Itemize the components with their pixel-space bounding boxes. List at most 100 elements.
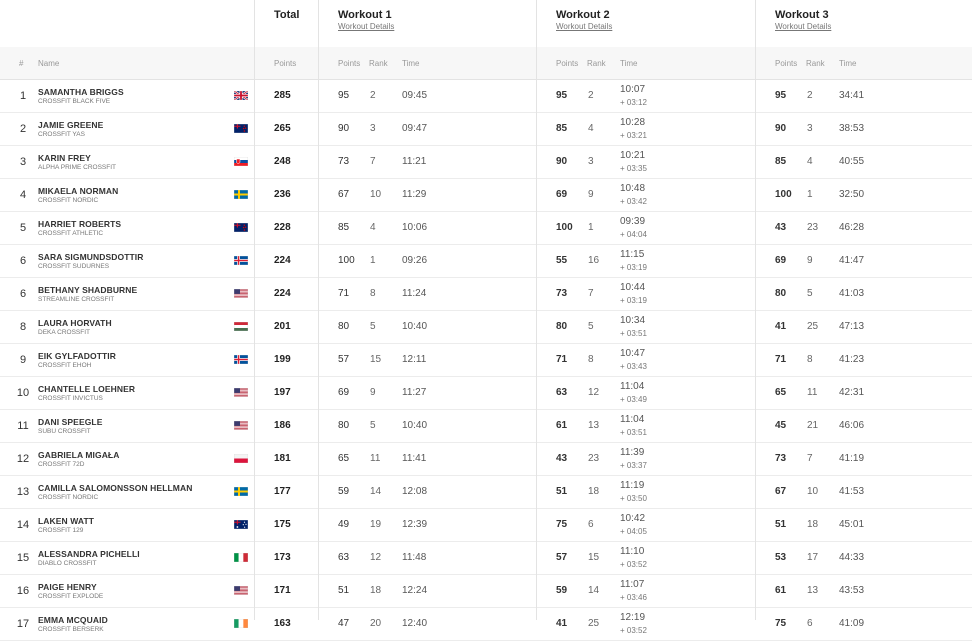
workout-2-rank: 8 [588, 354, 594, 365]
workout-1-time: 12:24 [402, 585, 428, 596]
athlete-name[interactable]: LAURA HORVATH [38, 318, 112, 328]
total-title: Total [274, 9, 300, 21]
workout-1-points: 100 [338, 255, 355, 266]
affiliate-name: CROSSFIT EHOH [38, 362, 92, 369]
workout-3-rank: 10 [807, 486, 819, 497]
athlete-name[interactable]: CHANTELLE LOEHNER [38, 384, 135, 394]
workout-1-rank: 19 [370, 519, 382, 530]
leaderboard: Total Workout 1 Workout Details Workout … [0, 0, 972, 641]
athlete-name[interactable]: BETHANY SHADBURNE [38, 285, 137, 295]
workout-2-time-delta: + 03:46 [620, 593, 647, 602]
divider-workout-3 [755, 0, 756, 620]
table-row[interactable]: 15 ALESSANDRA PICHELLI DIABLO CROSSFIT 173 6… [0, 542, 972, 575]
table-row[interactable]: 6 BETHANY SHADBURNE STREAMLINE CROSSFIT 224… [0, 278, 972, 311]
workout-3-time: 44:33 [839, 552, 865, 563]
table-row[interactable]: 17 EMMA MCQUAID CROSSFIT BERSERK 163 47 20 12:… [0, 608, 972, 641]
affiliate-name: DEKA CROSSFIT [38, 329, 91, 336]
divider-total [254, 0, 255, 620]
workout-2-time-delta: + 03:50 [620, 494, 647, 503]
total-points: 173 [274, 552, 291, 563]
athlete-name[interactable]: PAIGE HENRY [38, 582, 97, 592]
row-rank: 11 [17, 420, 29, 432]
workout-1-time: 09:47 [402, 123, 428, 134]
divider-workout-1 [318, 0, 319, 620]
workout-2-time: 10:48 [620, 183, 646, 194]
workout-2-points: 73 [556, 288, 568, 299]
workout-2-rank: 5 [588, 321, 594, 332]
workout-2-points: 61 [556, 420, 568, 431]
affiliate-name: ALPHA PRIME CROSSFIT [38, 164, 117, 171]
workout-2-rank: 3 [588, 156, 594, 167]
athlete-name[interactable]: SAMANTHA BRIGGS [38, 87, 124, 97]
athlete-name[interactable]: GABRIELA MIGAŁA [38, 450, 119, 460]
athlete-name[interactable]: SARA SIGMUNDSDOTTIR [38, 252, 143, 262]
workout-3-time: 41:47 [839, 255, 865, 266]
workout-3-details-link[interactable]: Workout Details [775, 22, 831, 31]
athlete-name[interactable]: JAMIE GREENE [38, 120, 103, 130]
workout-2-points: 69 [556, 189, 568, 200]
table-row[interactable]: 16 PAIGE HENRY CROSSFIT EXPLODE 171 51 18 12:2… [0, 575, 972, 608]
workout-1-details-link[interactable]: Workout Details [338, 22, 394, 31]
table-row[interactable]: 12 GABRIELA MIGAŁA CROSSFIT 72D 181 65 11 11:4… [0, 443, 972, 476]
workout-3-points: 71 [775, 354, 787, 365]
affiliate-name: CROSSFIT BLACK FIVE [38, 98, 111, 105]
workout-2-time-delta: + 03:52 [620, 560, 647, 569]
workout-3-title: Workout 3 [775, 9, 829, 21]
athlete-name[interactable]: CAMILLA SALOMONSSON HELLMAN [38, 483, 192, 493]
flag-icon-nz [234, 223, 248, 232]
workout-2-time-delta: + 03:12 [620, 98, 647, 107]
table-row[interactable]: 10 CHANTELLE LOEHNER CROSSFIT INVICTUS 197 6… [0, 377, 972, 410]
workout-3-points: 95 [775, 90, 787, 101]
table-row[interactable]: 2 JAMIE GREENE CROSSFIT YAS 265 90 3 09:47 85 4 1… [0, 113, 972, 146]
athlete-name[interactable]: KARIN FREY [38, 153, 91, 163]
workout-2-points: 57 [556, 552, 568, 563]
table-row[interactable]: 8 LAURA HORVATH DEKA CROSSFIT 201 80 5 10:40 80… [0, 311, 972, 344]
athlete-name[interactable]: HARRIET ROBERTS [38, 219, 121, 229]
table-row[interactable]: 6 SARA SIGMUNDSDOTTIR CROSSFIT SUDURNES 224… [0, 245, 972, 278]
workout-3-rank: 2 [807, 90, 813, 101]
flag-icon-it [234, 553, 248, 562]
workout-2-time: 11:04 [620, 381, 645, 392]
workout-1-time: 12:08 [402, 486, 428, 497]
affiliate-name: CROSSFIT BERSERK [38, 626, 104, 633]
workout-2-details-link[interactable]: Workout Details [556, 22, 612, 31]
workout-1-rank: 18 [370, 585, 382, 596]
flag-icon-us [234, 586, 248, 595]
athlete-name[interactable]: DANI SPEEGLE [38, 417, 103, 427]
athlete-name[interactable]: LAKEN WATT [38, 516, 94, 526]
workout-2-time-delta: + 03:42 [620, 197, 647, 206]
workout-2-time-delta: + 03:19 [620, 263, 647, 272]
workout-3-rank: 13 [807, 585, 819, 596]
affiliate-name: CROSSFIT EXPLODE [38, 593, 104, 600]
table-row[interactable]: 13 CAMILLA SALOMONSSON HELLMAN CROSSFIT NO… [0, 476, 972, 509]
workout-3-points: 67 [775, 486, 787, 497]
table-row[interactable]: 14 LAKEN WATT CROSSFIT 129 175 49 19 12:39 75 6 1… [0, 509, 972, 542]
athlete-name[interactable]: ALESSANDRA PICHELLI [38, 549, 140, 559]
affiliate-name: CROSSFIT 129 [38, 527, 84, 534]
workout-1-points: 63 [338, 552, 350, 563]
table-row[interactable]: 11 DANI SPEEGLE SUBU CROSSFIT 186 80 5 10:40 61… [0, 410, 972, 443]
flag-icon-se [234, 190, 248, 199]
total-points: 186 [274, 420, 291, 431]
row-rank: 3 [19, 156, 27, 168]
athlete-name[interactable]: EMMA MCQUAID [38, 615, 108, 625]
table-row[interactable]: 1 SAMANTHA BRIGGS CROSSFIT BLACK FIVE 285 95… [0, 80, 972, 113]
workout-3-points: 100 [775, 189, 792, 200]
affiliate-name: STREAMLINE CROSSFIT [38, 296, 115, 303]
workout-1-rank: 8 [370, 288, 376, 299]
table-row[interactable]: 9 EIK GYLFADOTTIR CROSSFIT EHOH 199 57 15 12:1… [0, 344, 972, 377]
athlete-name[interactable]: MIKAELA NORMAN [38, 186, 118, 196]
workout-2-time-delta: + 03:43 [620, 362, 647, 371]
table-row[interactable]: 5 HARRIET ROBERTS CROSSFIT ATHLETIC 228 85 4 1… [0, 212, 972, 245]
workout-3-points: 80 [775, 288, 787, 299]
table-row[interactable]: 4 MIKAELA NORMAN CROSSFIT NORDIC 236 67 10 11:… [0, 179, 972, 212]
table-row[interactable]: 3 KARIN FREY ALPHA PRIME CROSSFIT 248 73 7 11:… [0, 146, 972, 179]
workout-3-points: 53 [775, 552, 787, 563]
athlete-name[interactable]: EIK GYLFADOTTIR [38, 351, 116, 361]
workout-2-rank: 15 [588, 552, 600, 563]
row-rank: 1 [19, 90, 27, 102]
workout-2-time: 10:28 [620, 117, 646, 128]
col-w3-time: Time [839, 59, 857, 68]
workout-3-rank: 18 [807, 519, 819, 530]
leaderboard-rows: 1 SAMANTHA BRIGGS CROSSFIT BLACK FIVE 2 8 5 95… [0, 80, 972, 641]
